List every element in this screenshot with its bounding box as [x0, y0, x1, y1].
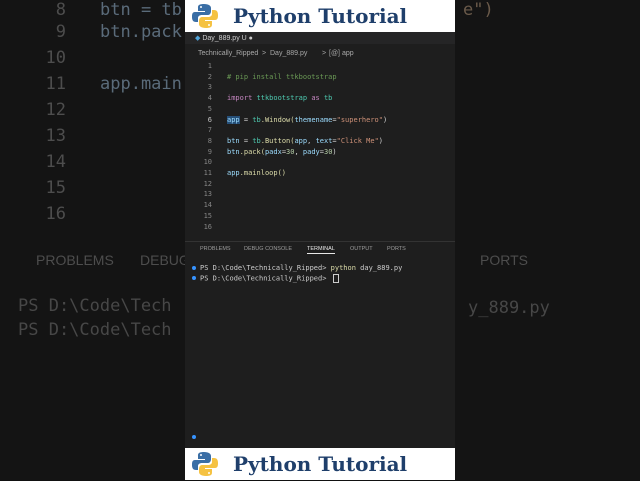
bg-tab: PROBLEMS	[36, 252, 114, 268]
background-terminal: PS D:\Code\Tech PS D:\Code\Tech	[18, 296, 172, 344]
breadcrumb-symbol[interactable]: [@] app	[329, 50, 354, 57]
panel-tab-bar: PROBLEMS DEBUG CONSOLE TERMINAL OUTPUT P…	[185, 241, 455, 256]
tab-output[interactable]: OUTPUT	[350, 246, 373, 252]
line-number: 7	[207, 126, 212, 135]
tab-label: Day_889.py U	[202, 35, 247, 42]
code-line-import: import ttkbootstrap as tb	[227, 94, 333, 103]
bg-line-number: 11	[45, 74, 66, 94]
line-number: 5	[207, 104, 212, 113]
bg-line-number: 13	[45, 126, 66, 146]
code-comment: # pip install ttkbootstrap	[227, 72, 337, 81]
bg-tab: DEBUG	[140, 252, 190, 268]
tab-terminal[interactable]: TERMINAL	[307, 246, 335, 254]
tab-debug-console[interactable]: DEBUG CONSOLE	[244, 246, 292, 252]
terminal-cursor	[332, 274, 339, 283]
bg-code-text: btn = tb	[100, 0, 182, 20]
line-number: 8	[207, 136, 212, 145]
command-status-dot-icon	[192, 276, 196, 280]
editor-tab-bar: ◆ Day_889.py U ●	[185, 32, 455, 44]
tab-day-889[interactable]: ◆ Day_889.py U ●	[195, 34, 253, 42]
line-number: 14	[203, 201, 212, 210]
bg-code-text: btn.pack	[100, 22, 182, 42]
banner-title: Python Tutorial	[233, 4, 408, 28]
code-line-window: app = tb.Window(themename="superhero")	[227, 115, 388, 124]
code-line-button: btn = tb.Button(app, text="Click Me")	[227, 136, 384, 145]
bg-code-text: app.main	[100, 74, 182, 94]
tab-problems[interactable]: PROBLEMS	[200, 246, 231, 252]
line-number: 16	[203, 222, 212, 231]
terminal[interactable]: PS D:\Code\Technically_Ripped> python da…	[185, 262, 455, 442]
line-number: 4	[207, 94, 212, 103]
code-line-mainloop: app.mainloop()	[227, 169, 287, 177]
bg-term-line: PS D:\Code\Tech	[18, 296, 172, 316]
bg-line-number: 8	[55, 0, 66, 20]
line-number: 9	[207, 147, 212, 156]
line-number-active: 6	[207, 115, 212, 124]
bg-line-number: 16	[45, 204, 66, 224]
bg-right-code: e")	[463, 0, 494, 20]
tab-ports[interactable]: PORTS	[387, 246, 406, 252]
breadcrumb-separator: >	[322, 50, 327, 57]
banner-title: Python Tutorial	[233, 452, 408, 476]
terminal-line-current: PS D:\Code\Technically_Ripped>	[200, 274, 339, 284]
line-number: 2	[207, 72, 212, 81]
terminal-status-dot-icon	[192, 435, 196, 439]
breadcrumb: Technically_Ripped > Day_889.py > [@] ap…	[185, 48, 455, 60]
python-logo-icon	[191, 3, 219, 29]
terminal-line: PS D:\Code\Technically_Ripped> python da…	[200, 264, 403, 272]
bg-term-right: y_889.py	[468, 298, 550, 318]
bottom-banner: Python Tutorial	[185, 448, 455, 480]
breadcrumb-folder[interactable]: Technically_Ripped	[198, 50, 258, 57]
command-status-dot-icon	[192, 266, 196, 270]
bg-line-number: 14	[45, 152, 66, 172]
line-number: 12	[203, 179, 212, 188]
bg-term-line: PS D:\Code\Tech	[18, 320, 172, 340]
bg-line-number: 9	[55, 22, 66, 42]
code-line-pack: btn.pack(padx=30, pady=30)	[227, 147, 337, 156]
bg-line-number: 15	[45, 178, 66, 198]
breadcrumb-file[interactable]: Day_889.py	[270, 50, 307, 57]
bg-tab: PORTS	[480, 252, 528, 268]
line-number: 15	[203, 211, 212, 220]
python-file-icon: ◆	[195, 35, 201, 42]
breadcrumb-separator: >	[262, 50, 267, 57]
unsaved-dot-icon[interactable]: ●	[249, 35, 253, 42]
line-number: 1	[207, 62, 212, 70]
code-editor[interactable]: 1 2 # pip install ttkbootstrap 3 4 import…	[185, 62, 455, 240]
line-number: 10	[203, 158, 212, 167]
bg-line-number: 12	[45, 100, 66, 120]
line-number: 13	[203, 190, 212, 199]
selected-text: app	[227, 115, 240, 124]
python-logo-icon	[191, 451, 219, 477]
line-number: 3	[207, 83, 212, 92]
top-banner: Python Tutorial	[185, 0, 455, 32]
line-number: 11	[203, 169, 212, 177]
bg-line-number: 10	[45, 48, 66, 68]
